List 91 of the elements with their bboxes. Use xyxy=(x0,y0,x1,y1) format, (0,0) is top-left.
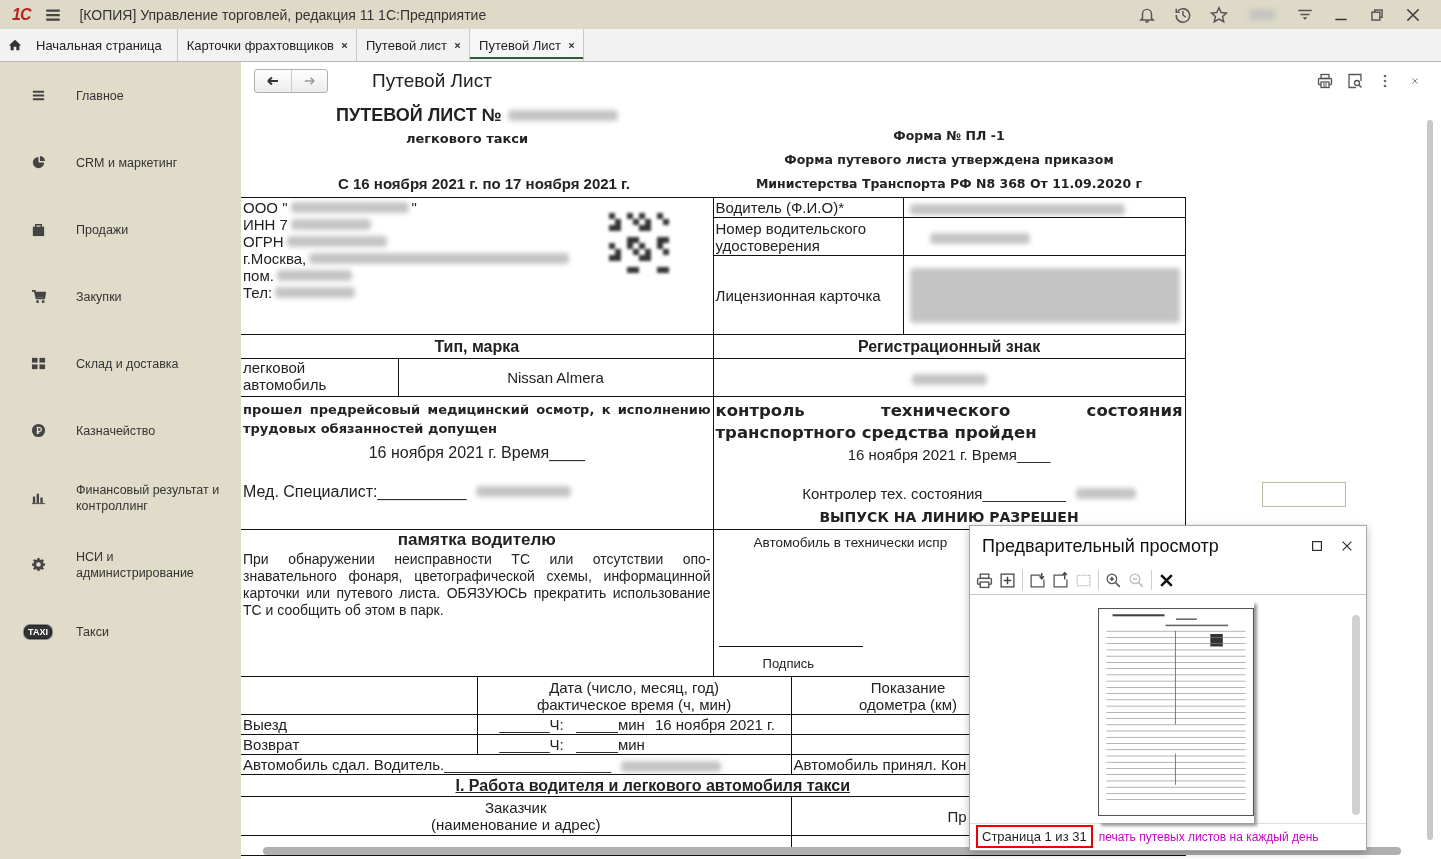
close-icon[interactable] xyxy=(340,40,349,50)
field-label: Номер водительского удостоверения xyxy=(715,219,866,254)
dialog-title: Предварительный просмотр xyxy=(982,535,1219,557)
org-text: пом. xyxy=(243,267,274,284)
sidebar-item[interactable]: Продажи xyxy=(0,196,241,263)
tab-label: Путевой Лист xyxy=(479,37,562,53)
history-icon[interactable] xyxy=(1174,5,1192,24)
print-icon[interactable] xyxy=(1317,73,1333,89)
memo-heading: памятка водителю xyxy=(396,531,557,548)
sidebar-item[interactable]: НСИ и администрирование xyxy=(0,531,241,598)
org-text: ИНН 7 xyxy=(243,216,288,233)
page-status: Страница 1 из 31 xyxy=(976,825,1093,849)
window-title: [КОПИЯ] Управление торговлей, редакция 11 1С:Предприятие xyxy=(79,6,487,23)
document-subtitle: легкового такси xyxy=(405,131,529,146)
sidebar-item[interactable]: Закупки xyxy=(0,263,241,330)
home-icon xyxy=(8,38,22,52)
print-icon[interactable] xyxy=(976,571,993,589)
date-time-line: 16 ноября 2021 г. Время____ xyxy=(367,444,586,461)
sidebar-item[interactable]: Казначейство xyxy=(0,397,241,464)
row-label: Возврат xyxy=(243,736,300,753)
star-icon[interactable] xyxy=(1210,5,1228,24)
plus-box-icon[interactable] xyxy=(999,571,1016,589)
menu-icon xyxy=(30,88,46,103)
column-heading: Дата (число, месяц, год) xyxy=(548,678,720,696)
column-heading: (наименование и адрес) xyxy=(430,816,602,833)
tab-label: Карточки фрахтовщиков xyxy=(186,37,334,53)
print-link[interactable]: печать путевых листов на каждый день xyxy=(1098,829,1319,844)
sidebar-item[interactable]: Главное xyxy=(0,62,241,129)
bag-icon xyxy=(30,222,46,237)
blurred-text xyxy=(1075,488,1136,499)
status-text: Автомобиль в технически испр xyxy=(753,534,948,551)
page-arrow-down-icon[interactable] xyxy=(1029,571,1046,589)
pie-chart-icon xyxy=(30,155,46,170)
org-text: ООО " xyxy=(243,199,288,216)
zoom-in-icon[interactable] xyxy=(1105,571,1122,589)
taxi-icon: TAXI xyxy=(24,624,52,639)
column-heading: Заказчик xyxy=(483,799,548,816)
section-title: I. Работа водителя и легкового автомобиля такси xyxy=(455,777,851,794)
table-cell-text: Nissan Almera xyxy=(507,369,604,386)
tab[interactable]: Путевой Лист xyxy=(470,29,585,61)
field-label: Водитель (Ф.И.О)* xyxy=(715,199,844,216)
time-text: ______Ч: _____мин xyxy=(498,716,645,733)
maximize-icon[interactable] xyxy=(1310,539,1324,554)
approval-text: Форма путевого листа утверждена приказом xyxy=(784,152,1114,169)
period-text: С 16 ноября 2021 г. по 17 ноября 2021 г. xyxy=(338,175,630,192)
app-logo: 1С xyxy=(12,5,31,24)
form-number: Форма № ПЛ -1 xyxy=(893,128,1005,145)
row-label: Выезд xyxy=(243,716,288,733)
column-heading: Тип, марка xyxy=(434,338,520,355)
sidebar-item[interactable]: Финансовый результат и контроллинг xyxy=(0,464,241,531)
grid-icon xyxy=(30,356,46,371)
sidebar-item[interactable]: Склад и доставка xyxy=(0,330,241,397)
org-text: " xyxy=(411,199,417,216)
sidebar-item[interactable]: CRM и маркетинг xyxy=(0,129,241,196)
column-heading: Показание xyxy=(869,678,947,696)
signer-text: Контролер тех. состояния__________ xyxy=(802,485,1066,502)
tab[interactable]: Начальная страница xyxy=(0,29,178,61)
form-title: Путевой Лист xyxy=(372,70,492,92)
org-text: ОГРН xyxy=(243,233,284,250)
document-title: ПУТЕВОЙ ЛИСТ № xyxy=(336,104,502,126)
org-text: Тел: xyxy=(243,284,273,301)
close-icon[interactable] xyxy=(453,40,463,50)
tech-control-text: контроль технического состояния транспортного средства пройден xyxy=(715,400,1183,444)
memo-text: При обнаружении неисправности ТС или отсутствии опо-знавательного фонаря, цветографической схемы, информацинной карточки или путевого листа. ОБЯЗУЮСЬ прекратить использование ТС и сообщить об этом в парк. xyxy=(243,551,711,619)
signature-caption: Подпись xyxy=(762,655,814,672)
tab-label: Начальная страница xyxy=(36,37,162,53)
date-time-line: 16 ноября 2021 г. Время____ xyxy=(846,446,1052,463)
column-heading: Регистрационный знак xyxy=(857,338,1041,355)
date-text: 16 ноября 2021 г. xyxy=(654,716,775,733)
table-cell-text: легковой автомобиль xyxy=(243,359,328,393)
preview-icon[interactable] xyxy=(1347,73,1363,89)
signer-text: Мед. Специалист:__________ xyxy=(243,483,467,500)
column-heading: Пр xyxy=(947,807,967,825)
sidebar-item[interactable]: TAXI Такси xyxy=(0,598,241,665)
cart-icon xyxy=(30,289,46,304)
field-label: Лицензионная карточка xyxy=(715,286,881,304)
close-icon[interactable] xyxy=(567,40,577,50)
approval-text: Министерства Транспорта РФ N8 368 От 11.09.2020 г xyxy=(755,176,1143,193)
tab[interactable]: Карточки фрахтовщиков xyxy=(177,29,357,61)
column-heading: фактическое время (ч, мин) xyxy=(535,695,733,713)
handover-text: Автомобиль сдал. Водитель.____________________ xyxy=(243,756,611,773)
handover-text: Автомобиль принял. Кон xyxy=(793,756,967,773)
org-text: г.Москва, xyxy=(243,250,307,267)
page-arrow-up-icon[interactable] xyxy=(1052,571,1069,589)
release-text: ВЫПУСК НА ЛИНИЮ РАЗРЕШЕН xyxy=(818,509,1080,526)
time-text: ______Ч: _____мин xyxy=(498,736,645,753)
tab-label: Путевой лист xyxy=(366,37,448,53)
settings-icon xyxy=(30,557,46,572)
column-heading: одометра (км) xyxy=(858,695,958,713)
coin-icon xyxy=(30,423,46,438)
medical-text: прошел предрейсовый медицинский осмотр, к исполнению трудовых обязанностей допущен xyxy=(243,401,711,438)
